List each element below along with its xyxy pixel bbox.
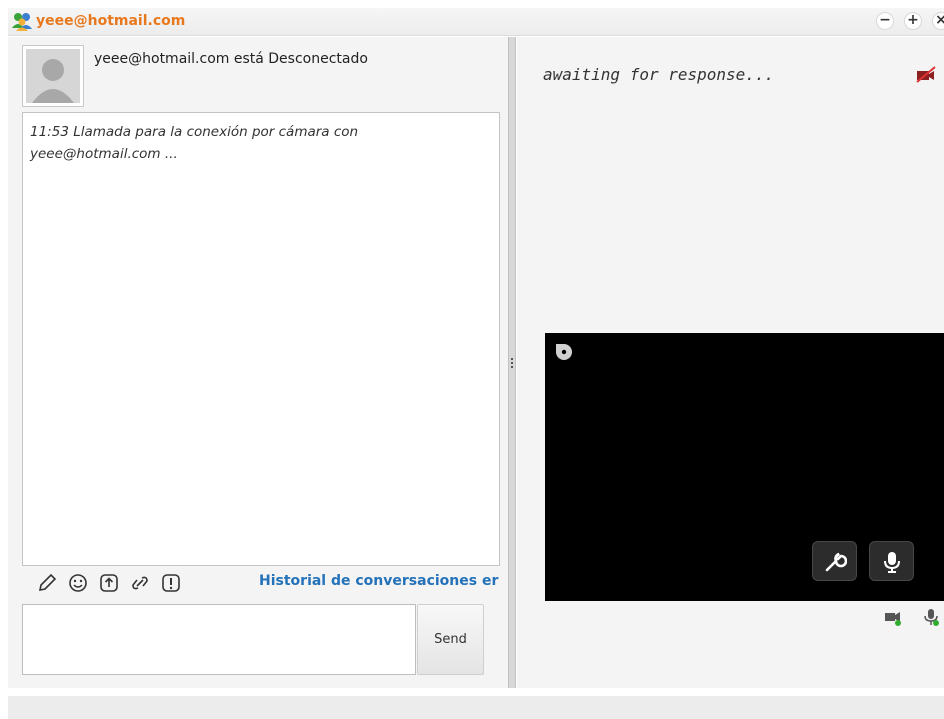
smiley-icon[interactable] [67, 572, 89, 594]
chat-entry: 11:53 Llamada para la conexión por cámar… [30, 124, 359, 162]
users-icon [12, 13, 32, 31]
video-status: awaiting for response... [543, 65, 775, 84]
microphone-icon [884, 552, 900, 573]
chat-pane: yeee@hotmail.com está Desconectado 11:53… [8, 37, 508, 688]
chat-toolbar: Historial de conversaciones er [22, 569, 508, 597]
alert-icon[interactable] [160, 572, 182, 594]
history-link[interactable]: Historial de conversaciones er [259, 573, 498, 589]
video-pane: awaiting for response... [517, 37, 944, 688]
video-area [545, 333, 944, 601]
window-title: yeee@hotmail.com [36, 13, 186, 29]
chat-log[interactable]: 11:53 Llamada para la conexión por cámar… [22, 112, 500, 566]
message-input[interactable] [22, 604, 416, 675]
link-icon[interactable] [129, 572, 151, 594]
close-button[interactable]: × [932, 12, 944, 30]
avatar [22, 45, 84, 107]
microphone-icon [924, 609, 939, 626]
user-silhouette-icon [26, 49, 80, 103]
no-video-icon [916, 66, 936, 83]
maximize-button[interactable]: + [904, 12, 922, 30]
pencil-icon[interactable] [36, 572, 58, 594]
title-bar: yeee@hotmail.com − + × [8, 8, 944, 36]
camera-lens-icon [556, 344, 572, 360]
video-camera-icon [885, 612, 901, 626]
send-button[interactable]: Send [417, 604, 484, 675]
contact-status: yeee@hotmail.com está Desconectado [94, 51, 368, 67]
pane-splitter[interactable] [508, 37, 516, 688]
microphone-button[interactable] [869, 541, 914, 581]
wrench-icon [825, 552, 847, 572]
minimize-button[interactable]: − [876, 12, 894, 30]
upload-icon[interactable] [98, 572, 120, 594]
settings-button[interactable] [812, 541, 857, 581]
status-bar [8, 696, 944, 719]
splitter-grip[interactable] [511, 358, 513, 370]
